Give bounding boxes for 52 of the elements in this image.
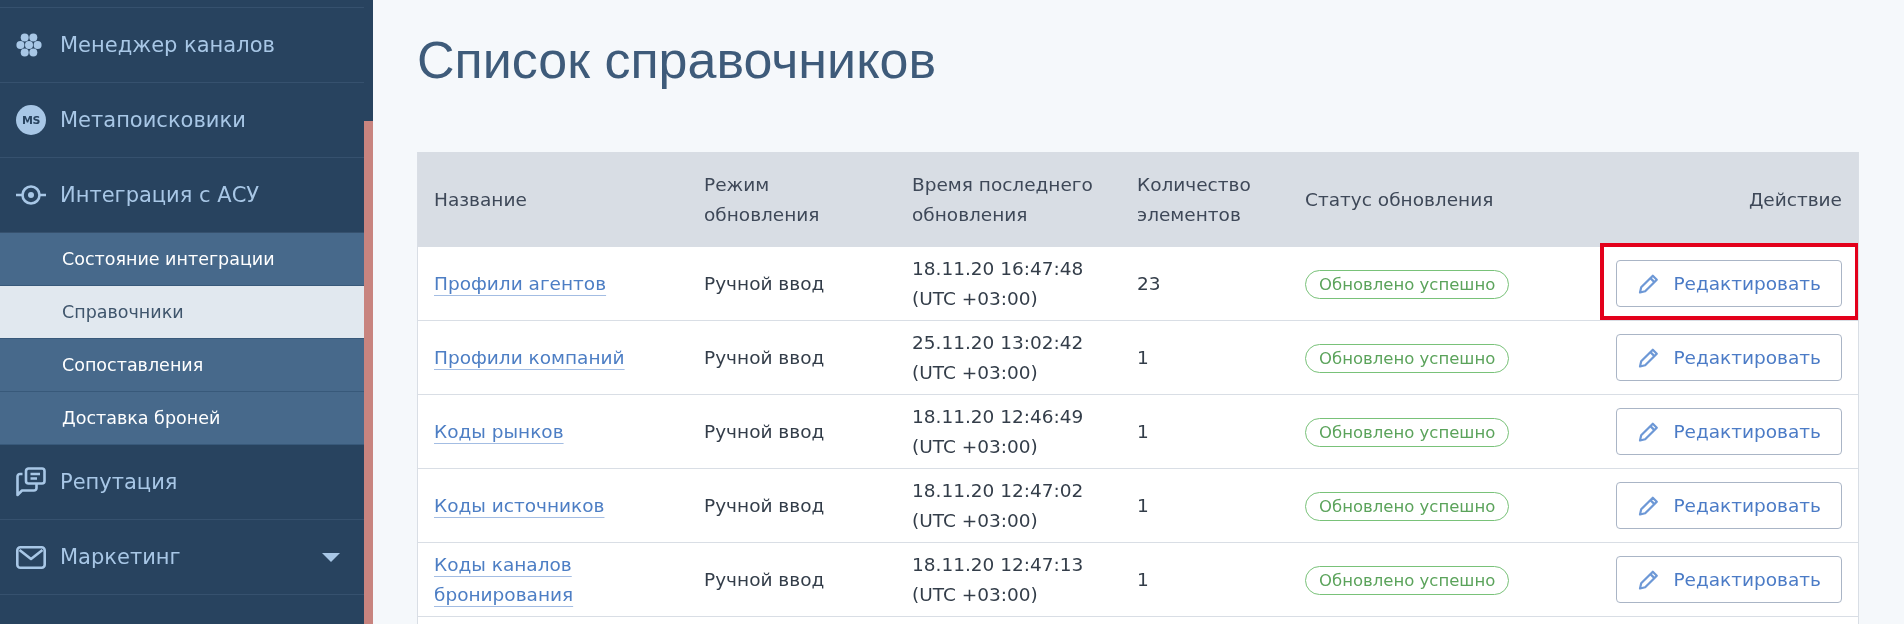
sidebar-subitem[interactable]: Состояние интеграции [0, 233, 364, 286]
table-cell: 18.11.20 16:47:48 (UTC +03:00) [912, 257, 1084, 309]
pencil-icon [1638, 347, 1660, 368]
chat-icon [16, 467, 46, 497]
dictionary-link[interactable]: Профили компаний [434, 342, 625, 373]
column-header: Время последнего обновления [912, 173, 1093, 225]
table-cell: 1 [1137, 494, 1149, 516]
table-cell: 1 [1137, 420, 1149, 442]
table-cell: Ручной ввод [704, 568, 825, 590]
dictionary-link[interactable]: Коды источников [434, 490, 605, 521]
column-header: Название [434, 188, 527, 210]
column-header: Режим обновления [704, 173, 820, 225]
table-cell: Ручной ввод [704, 494, 825, 516]
sidebar-subitem[interactable]: Сопоставления [0, 339, 364, 392]
monogram-badge: MS [16, 105, 46, 135]
column-header: Количество элементов [1137, 173, 1251, 225]
envelope-icon [16, 545, 46, 569]
sidebar-item[interactable]: Менеджер каналов [0, 8, 364, 83]
table-cell: 25.11.20 13:02:42 (UTC +03:00) [912, 331, 1084, 383]
table-cell: Ручной ввод [704, 346, 825, 368]
dictionary-link[interactable]: Коды рынков [434, 416, 564, 447]
caret-down-icon [322, 552, 340, 562]
sidebar-item[interactable]: MS Метапоисковики [0, 83, 364, 158]
sidebar-subitem[interactable]: Справочники [0, 286, 364, 339]
dictionary-link[interactable]: Коды каналов бронирования [434, 549, 672, 610]
edit-button[interactable]: Редактировать [1616, 334, 1842, 381]
sidebar-subitem[interactable]: Доставка броней [0, 392, 364, 445]
pencil-icon [1638, 569, 1660, 590]
edit-button[interactable]: Редактировать [1616, 260, 1842, 307]
column-header: Действие [1748, 188, 1842, 210]
edit-button[interactable]: Редактировать [1616, 408, 1842, 455]
edit-button[interactable]: Редактировать [1616, 556, 1842, 603]
sidebar-item[interactable]: Репутация [0, 445, 364, 520]
dictionary-link[interactable]: Профили агентов [434, 268, 607, 299]
table-cell: 1 [1137, 346, 1149, 368]
table-cell: Ручной ввод [704, 420, 825, 442]
circles-cluster-icon [16, 33, 42, 57]
table-cell: 23 [1137, 272, 1161, 294]
page-title: Список справочников [417, 30, 936, 91]
pencil-icon [1638, 421, 1660, 442]
scrollbar-thumb[interactable] [364, 121, 373, 624]
edit-button[interactable]: Редактировать [1616, 482, 1842, 529]
table-cell: 18.11.20 12:47:02 (UTC +03:00) [912, 479, 1084, 531]
table-cell: Ручной ввод [704, 272, 825, 294]
table-cell: 1 [1137, 568, 1149, 590]
pencil-icon [1638, 495, 1660, 516]
table-cell: 18.11.20 12:47:13 (UTC +03:00) [912, 553, 1084, 605]
target-icon [16, 184, 46, 206]
sidebar-item[interactable]: Маркетинг [0, 520, 364, 595]
table-cell: 18.11.20 12:46:49 (UTC +03:00) [912, 405, 1084, 457]
pencil-icon [1638, 273, 1660, 294]
column-header: Статус обновления [1305, 188, 1494, 210]
